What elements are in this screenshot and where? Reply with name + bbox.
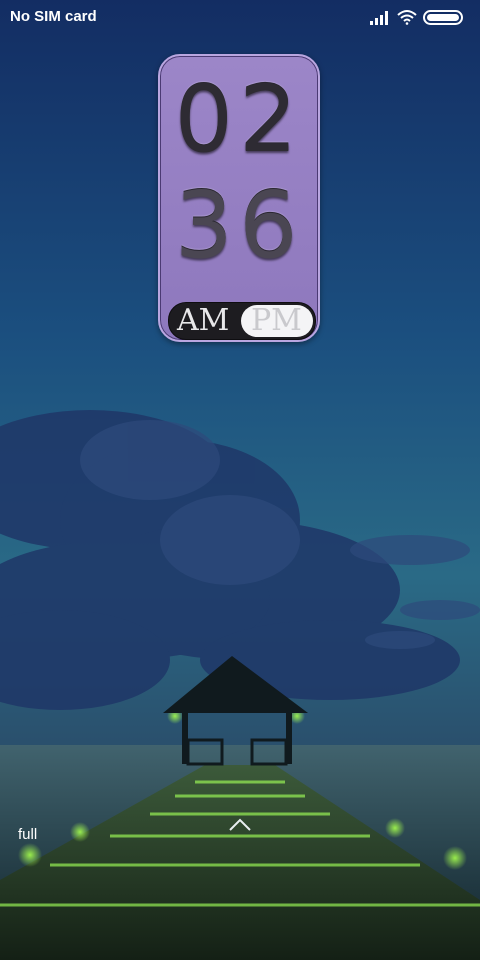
clock-hour: 02 xyxy=(174,66,304,173)
status-bar: No SIM card xyxy=(0,0,480,34)
am-pm-indicator: AM PM xyxy=(168,302,316,340)
clock-minute: 36 xyxy=(174,172,304,279)
chevron-up-icon[interactable] xyxy=(228,816,252,832)
full-label: full xyxy=(18,826,38,843)
wifi-icon xyxy=(397,10,417,25)
signal-icon xyxy=(370,11,388,25)
status-icons xyxy=(368,8,468,26)
am-label: AM xyxy=(177,303,230,338)
battery-icon xyxy=(423,10,463,25)
pm-pill: PM xyxy=(241,305,313,337)
pm-label: PM xyxy=(251,303,302,338)
carrier-label: No SIM card xyxy=(10,8,97,25)
clock-widget[interactable]: 02 36 AM PM xyxy=(158,54,320,342)
